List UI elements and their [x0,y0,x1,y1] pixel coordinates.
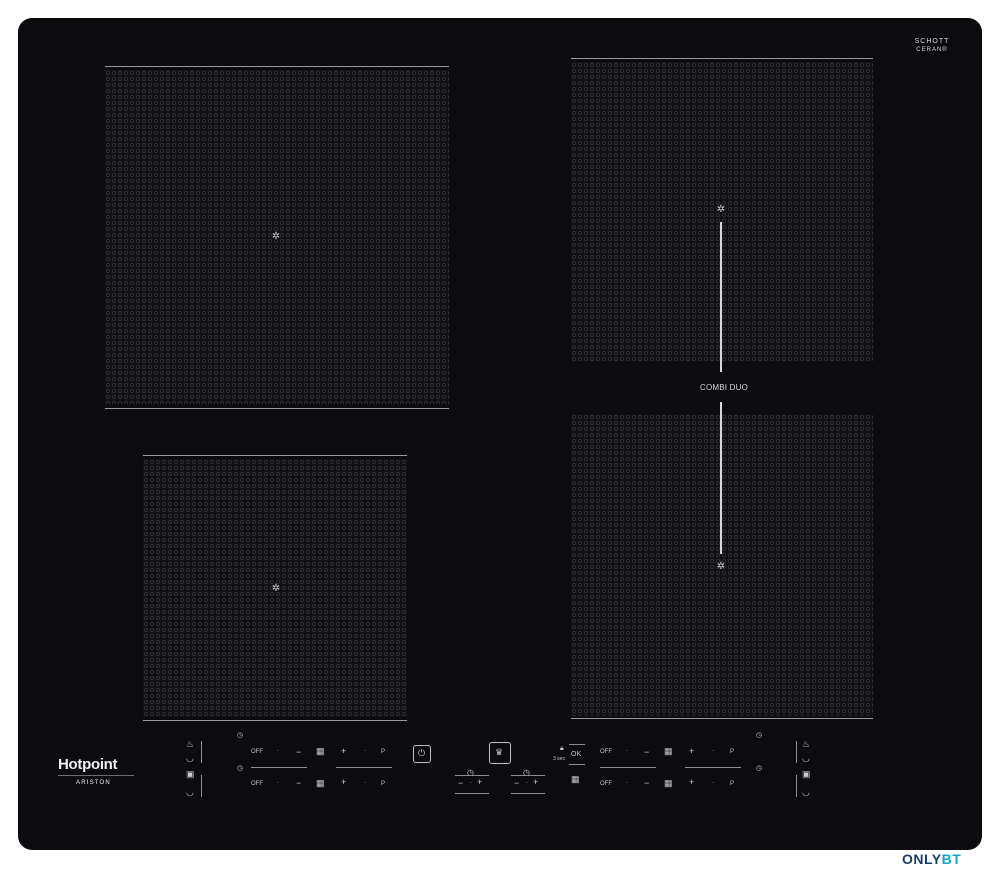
ariston-logo: ARISTON [76,780,111,786]
pan-icon[interactable]: ♨ [186,740,194,749]
power-boost-button[interactable]: P [381,781,385,787]
power-boost-button[interactable]: P [730,781,734,787]
zone-top-left-top-edge [105,66,449,67]
off-button[interactable]: OFF [600,749,612,755]
ceran-text: CERAN® [916,47,948,53]
dot-indicator: · [364,780,366,786]
combi-duo-label: COMBI DUO [700,383,749,392]
plus-button[interactable]: + [341,777,346,787]
ok-divider [569,744,585,745]
timer-track [511,775,545,776]
timer-icon[interactable]: ◷ [237,764,243,773]
minus-button[interactable]: − [296,747,301,757]
zone-select-icon[interactable]: ▦ [664,779,673,788]
slider-divider [201,775,202,797]
ok-button[interactable]: OK [571,751,581,758]
power-boost-button[interactable]: P [730,749,734,755]
timer-plus-button[interactable]: + [533,777,538,787]
dot-indicator: · [626,780,628,786]
zone-center-icon: ✲ [716,204,726,215]
off-button[interactable]: OFF [600,781,612,787]
dot-indicator: · [277,780,279,786]
combi-bridge-bar-lower [720,402,722,554]
plus-button[interactable]: + [689,746,694,756]
slider-track [600,767,656,768]
pot-icon[interactable]: ◡ [186,754,194,763]
slider-track [336,767,392,768]
zone-center-icon: ✲ [271,231,281,242]
combi-bridge-bar-upper [720,222,722,372]
timer-icon[interactable]: ◷ [756,731,762,740]
dot-indicator: · [526,780,528,786]
zone-center-icon: ✲ [271,583,281,594]
dot-indicator: · [470,780,472,786]
zone-bottom-left-top-edge [143,455,407,456]
minus-button[interactable]: − [644,778,649,788]
schott-text: SCHOTT [914,38,950,45]
plus-button[interactable]: + [341,746,346,756]
onlybt-watermark: ONLYBT [902,851,961,867]
ok-divider [569,764,585,765]
dot-indicator: · [712,748,714,754]
slider-divider [796,775,797,797]
off-button[interactable]: OFF [251,749,263,755]
dot-indicator: · [712,780,714,786]
dot-indicator: · [277,748,279,754]
timer-track [455,793,489,794]
watermark-only: ONLY [902,851,942,867]
watermark-bt: BT [941,851,962,867]
timer-icon[interactable]: ◷ [237,731,243,740]
hotpoint-logo: Hotpoint [58,756,118,773]
chef-mode-button[interactable]: ♛ [489,742,511,764]
zone-bottom-left-bottom-edge [143,720,407,721]
timer-icon[interactable]: ◷ [756,764,762,773]
zone-right-top-edge [571,58,873,59]
dot-indicator: · [364,748,366,754]
timer-plus-button[interactable]: + [477,777,482,787]
zone-select-icon[interactable]: ▦ [316,779,325,788]
slider-track [251,767,307,768]
slider-track [685,767,741,768]
zone-select-icon[interactable]: ▦ [316,747,325,756]
dot-indicator: · [626,748,628,754]
zone-center-icon: ✲ [716,561,726,572]
lock-icon: 🔒︎ [560,745,564,752]
pot-icon[interactable]: ◡ [802,754,810,763]
off-button[interactable]: OFF [251,781,263,787]
three-sec-label: 3 sec [553,756,565,762]
pan-icon[interactable]: ◡ [186,788,194,797]
pot-icon[interactable]: ▣ [186,770,195,779]
pan-icon[interactable]: ♨ [802,740,810,749]
schott-ceran-logo: SCHOTT CERAN® [908,38,956,54]
minus-button[interactable]: − [644,747,649,757]
zone-right-bottom-edge [571,718,873,719]
timer-minus-button[interactable]: − [458,778,463,788]
plus-button[interactable]: + [689,777,694,787]
timer-track [455,775,489,776]
pot-icon[interactable]: ▣ [802,770,811,779]
power-boost-button[interactable]: P [381,749,385,755]
chef-hat-icon: ♛ [495,747,504,757]
power-button[interactable]: ⏻ [413,745,431,763]
pan-icon[interactable]: ◡ [802,788,810,797]
slider-divider [201,741,202,763]
cooktop-surface: SCHOTT CERAN® ✲ ✲ ✲ ✲ COMBI DUO Hotpoint… [18,18,982,850]
slider-divider [796,741,797,763]
zone-select-icon[interactable]: ▦ [664,747,673,756]
zone-top-left-bottom-edge [105,408,449,409]
minus-button[interactable]: − [296,778,301,788]
timer-minus-button[interactable]: − [514,778,519,788]
brand-divider [58,775,134,776]
power-icon: ⏻ [418,748,426,758]
timer-track [511,793,545,794]
zone-link-icon[interactable]: ▦ [571,775,580,784]
